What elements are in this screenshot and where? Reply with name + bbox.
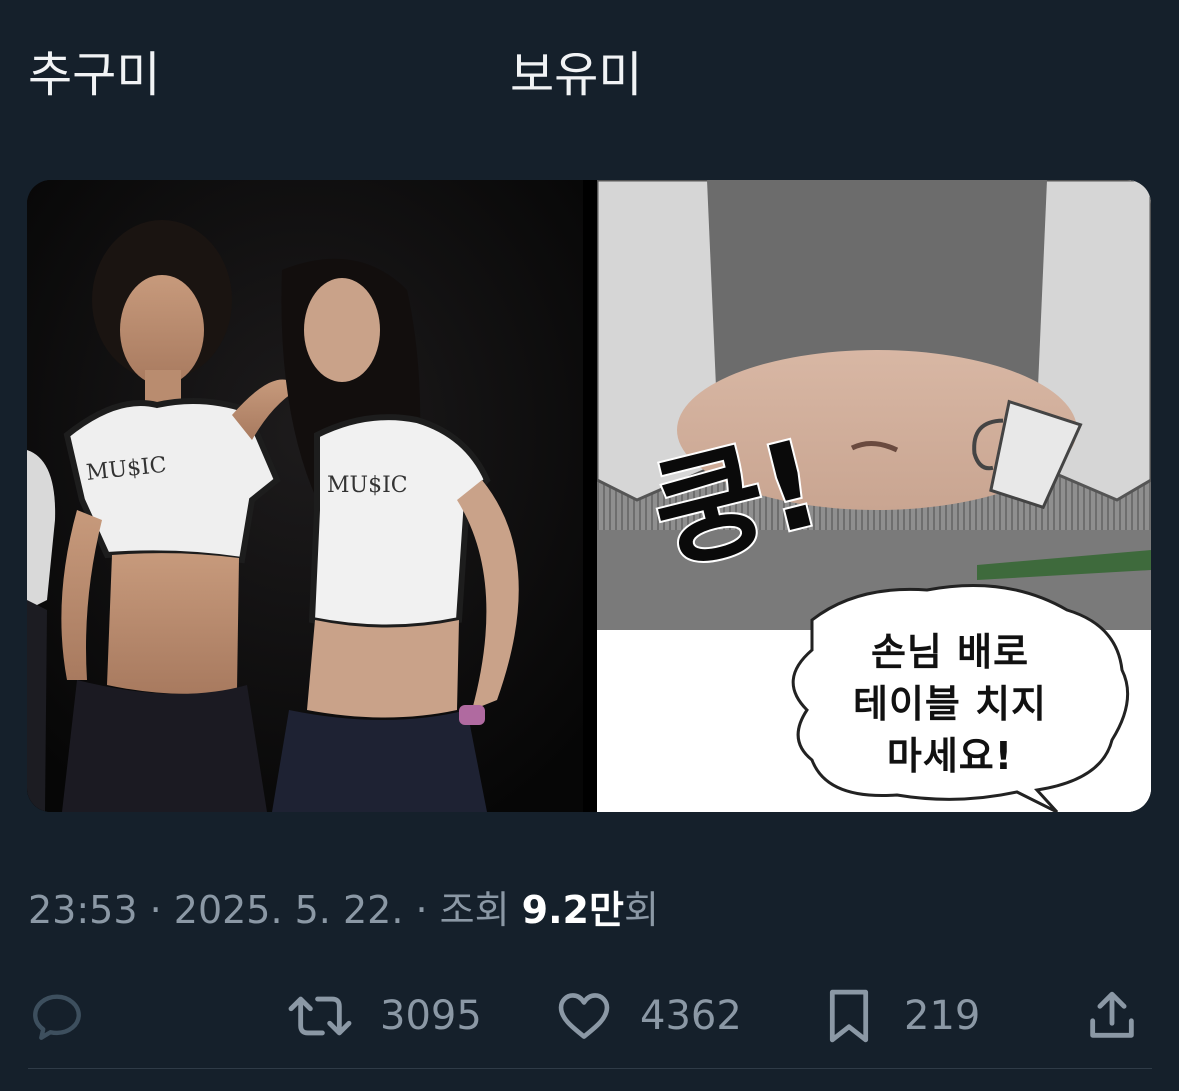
bookmark-count: 219 [904,993,981,1039]
bookmark-button[interactable]: 219 [820,984,980,1048]
reply-icon [33,994,81,1040]
tweet-text-left: 추구미 [28,47,161,103]
svg-text:MU$IC: MU$IC [327,473,408,498]
meta-separator-2: · [403,888,440,932]
views-label: 조회 [439,888,522,932]
tweet-text: 추구미 보유미 [28,40,1148,110]
meta-separator-1: · [137,888,174,932]
tweet-actions: 3095 4362 219 [28,984,1148,1048]
tweet-meta: 23:53 · 2025. 5. 22. · 조회 9.2만회 [28,882,659,938]
media-photo-left[interactable]: MU$IC MU$IC [27,180,583,812]
speech-line-3: 마세요! [886,734,1014,778]
media-webtoon-panel[interactable]: 쿵! 손님 배로 테이블 치지 마세요! [597,180,1151,812]
divider [28,1068,1152,1069]
share-icon [1090,991,1134,1038]
share-button[interactable] [1082,984,1142,1048]
heart-icon [558,993,610,1039]
tweet-time[interactable]: 23:53 [28,888,138,932]
retweet-icon [288,996,352,1036]
tweet-date[interactable]: 2025. 5. 22. [174,888,404,932]
retweet-button[interactable]: 3095 [286,984,482,1048]
photo-two-women: MU$IC MU$IC [27,180,583,812]
like-count: 4362 [640,993,742,1039]
tweet-media[interactable]: MU$IC MU$IC 쿵! 손님 배로 테이블 치지 마세요! [27,180,1151,812]
tweet-text-right: 보유미 [510,47,643,103]
speech-line-2: 테이블 치지 [852,682,1048,726]
bookmark-icon [829,989,869,1043]
views-count: 9.2 [521,888,589,932]
speech-line-1: 손님 배로 [870,630,1030,674]
reply-button[interactable] [28,984,86,1048]
speech-bubble-text: 손님 배로 테이블 치지 마세요! [825,626,1075,782]
retweet-count: 3095 [380,993,482,1039]
views-suffix: 회 [623,888,659,932]
views-unit: 만 [588,888,624,932]
like-button[interactable]: 4362 [554,984,742,1048]
